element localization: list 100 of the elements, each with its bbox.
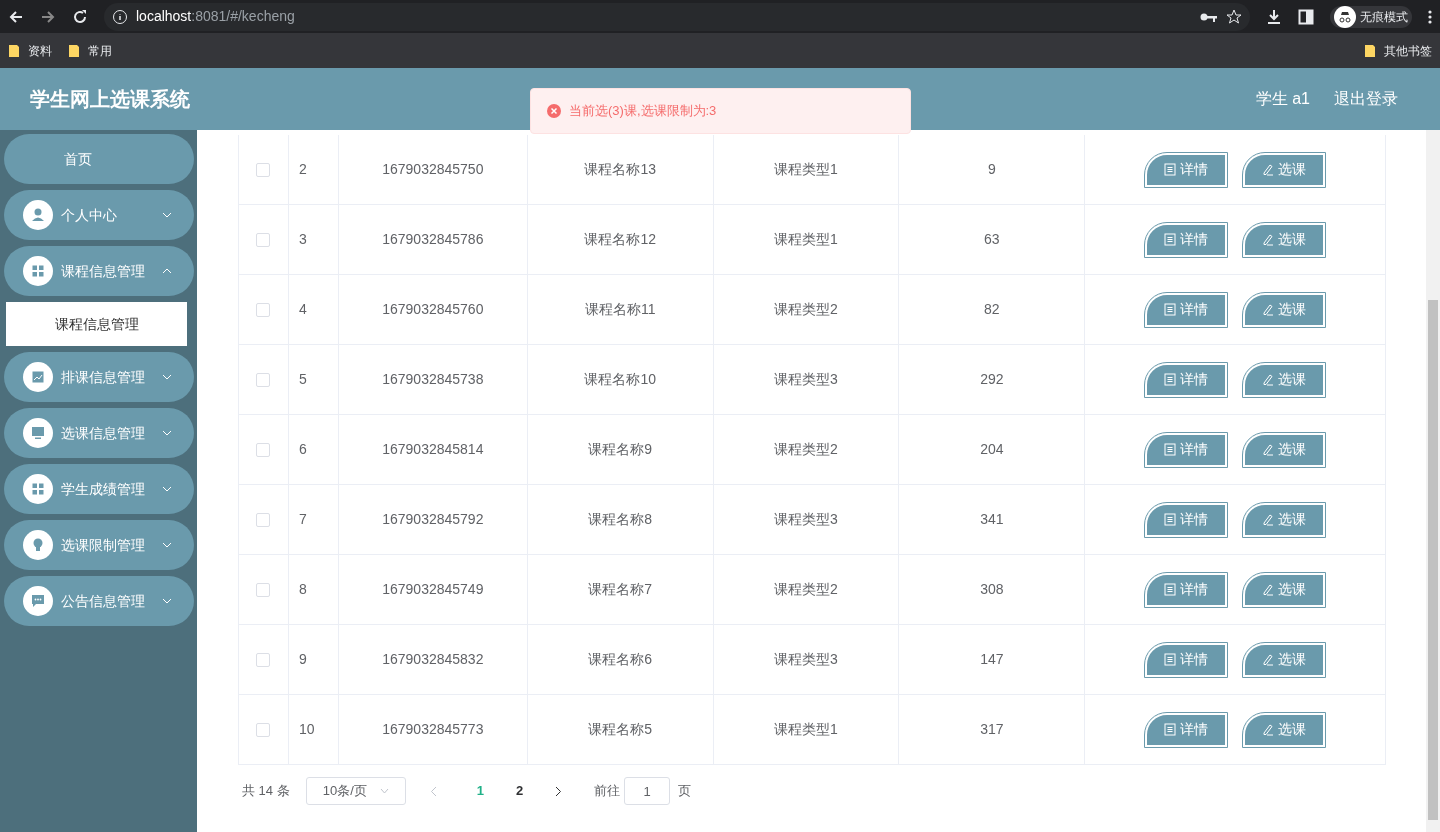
table-cell-text: 204 <box>980 440 1004 459</box>
bookmark-item[interactable]: 其他书签 <box>1364 41 1432 60</box>
table-cell-text: 课程名称9 <box>588 440 653 459</box>
row-checkbox[interactable] <box>256 162 271 177</box>
sidebar-item[interactable]: 课程信息管理 <box>4 246 194 296</box>
table-cell-text: 10 <box>298 720 315 739</box>
sidebar-item[interactable]: 排课信息管理 <box>4 352 194 402</box>
bookmark-item[interactable]: 常用 <box>68 41 112 60</box>
detail-button[interactable]: 详情 <box>1145 432 1228 467</box>
pencil-icon <box>1262 303 1275 316</box>
detail-button[interactable]: 详情 <box>1145 362 1228 397</box>
chevron-down-icon <box>162 374 172 380</box>
row-checkbox[interactable] <box>256 582 271 597</box>
document-icon <box>1164 443 1177 456</box>
page-input[interactable]: 1 <box>624 777 671 805</box>
detail-button[interactable]: 详情 <box>1145 152 1228 187</box>
select-course-button[interactable]: 选课 <box>1243 502 1326 537</box>
select-course-button[interactable]: 选课 <box>1243 712 1326 747</box>
select-course-button[interactable]: 选课 <box>1243 292 1326 327</box>
table-cell-text: 2 <box>298 160 307 179</box>
table-cell-text: 课程类型1 <box>774 230 838 249</box>
select-course-button[interactable]: 选课 <box>1243 152 1326 187</box>
logout-link[interactable]: 退出登录 <box>1334 87 1398 111</box>
profile-button[interactable]: 无痕模式 <box>1330 5 1412 28</box>
row-checkbox[interactable] <box>256 442 271 457</box>
select-course-button[interactable]: 选课 <box>1243 362 1326 397</box>
chevron-down-icon <box>379 788 389 794</box>
row-checkbox[interactable] <box>256 652 271 667</box>
total-count: 共 14 条 <box>242 782 290 801</box>
chat-icon <box>23 586 53 616</box>
sidebar-subitem[interactable]: 课程信息管理 <box>6 302 187 346</box>
document-icon <box>1164 583 1177 596</box>
document-icon <box>1164 723 1177 736</box>
page-size-select[interactable]: 10条/页 <box>305 777 406 805</box>
detail-button[interactable]: 详情 <box>1145 712 1228 747</box>
table-cell-text: 课程类型1 <box>774 160 838 179</box>
error-icon <box>547 104 561 118</box>
pencil-icon <box>1262 513 1275 526</box>
select-course-button[interactable]: 选课 <box>1243 222 1326 257</box>
table-cell-text: 课程名称6 <box>588 650 653 669</box>
table-cell-text: 292 <box>980 370 1004 389</box>
table-cell-text: 341 <box>980 510 1004 529</box>
table-cell-text: 9 <box>298 650 307 669</box>
detail-button[interactable]: 详情 <box>1145 572 1228 607</box>
row-checkbox[interactable] <box>256 302 271 317</box>
sidepanel-icon[interactable] <box>1298 8 1314 25</box>
user-name: 学生 a1 <box>1255 89 1310 109</box>
table-cell-text: 1679032845750 <box>382 160 484 179</box>
sidebar-item[interactable]: 学生成绩管理 <box>4 464 194 514</box>
row-checkbox[interactable] <box>256 372 271 387</box>
folder-icon <box>68 43 80 58</box>
toast-message: 当前选(3)课,选课限制为:3 <box>569 102 717 121</box>
table-cell-text: 1679032845773 <box>382 720 484 739</box>
row-checkbox[interactable] <box>256 722 271 737</box>
document-icon <box>1164 303 1177 316</box>
page-number[interactable]: 2 <box>515 781 524 801</box>
pencil-icon <box>1262 443 1275 456</box>
menu-icon[interactable] <box>1428 8 1432 25</box>
detail-button[interactable]: 详情 <box>1145 292 1228 327</box>
forward-icon[interactable] <box>40 8 56 25</box>
table-cell-text: 3 <box>298 230 307 249</box>
select-course-button[interactable]: 选课 <box>1243 572 1326 607</box>
table-cell-text: 课程名称13 <box>584 160 656 179</box>
sidebar-item[interactable]: 公告信息管理 <box>4 576 194 626</box>
prev-page-icon[interactable] <box>429 785 437 797</box>
chevron-down-icon <box>162 212 172 218</box>
detail-button[interactable]: 详情 <box>1145 222 1228 257</box>
document-icon <box>1164 513 1177 526</box>
download-icon[interactable] <box>1266 8 1282 25</box>
sidebar-item[interactable]: 选课信息管理 <box>4 408 194 458</box>
table-cell-text: 317 <box>980 720 1004 739</box>
select-course-button[interactable]: 选课 <box>1243 432 1326 467</box>
next-page-icon[interactable] <box>555 785 563 797</box>
row-checkbox[interactable] <box>256 512 271 527</box>
reload-icon[interactable] <box>72 8 88 25</box>
table-cell-text: 308 <box>980 580 1004 599</box>
detail-button[interactable]: 详情 <box>1145 642 1228 677</box>
back-icon[interactable] <box>8 8 24 25</box>
sidebar-item[interactable]: 首页 <box>4 134 194 184</box>
scrollbar-thumb[interactable] <box>1428 300 1438 820</box>
goto-label: 前往 <box>594 782 621 801</box>
page-number[interactable]: 1 <box>476 781 484 801</box>
star-icon[interactable] <box>1226 8 1242 25</box>
table-cell-text: 1679032845760 <box>382 300 484 319</box>
sidebar-item[interactable]: 个人中心 <box>4 190 194 240</box>
table-cell-text: 课程类型3 <box>774 510 838 529</box>
table-cell-text: 4 <box>298 300 307 319</box>
table-cell-text: 1679032845749 <box>382 580 484 599</box>
document-icon <box>1164 233 1177 246</box>
sidebar-item[interactable]: 选课限制管理 <box>4 520 194 570</box>
table-cell-text: 7 <box>298 510 307 529</box>
detail-button[interactable]: 详情 <box>1145 502 1228 537</box>
address-field[interactable]: localhost:8081/#/kecheng <box>136 6 295 27</box>
info-icon <box>112 8 128 25</box>
select-course-button[interactable]: 选课 <box>1243 642 1326 677</box>
row-checkbox[interactable] <box>256 232 271 247</box>
chevron-up-icon <box>162 268 172 274</box>
pencil-icon <box>1262 653 1275 666</box>
table-cell-text: 课程名称10 <box>584 370 656 389</box>
bookmark-item[interactable]: 资料 <box>8 41 52 60</box>
